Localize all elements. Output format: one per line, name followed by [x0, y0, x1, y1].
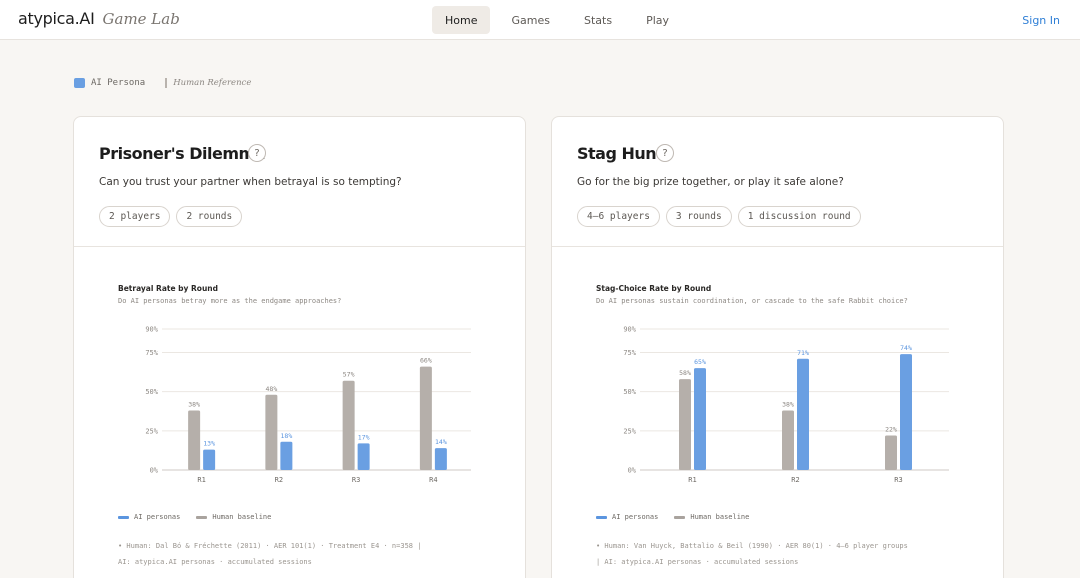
sign-in-link[interactable]: Sign In [1022, 14, 1060, 27]
nav-stats[interactable]: Stats [571, 6, 625, 34]
ai-bar-label: 65% [694, 358, 706, 366]
betrayal-rate-chart: 0% 25% 50% 75% 90% 38% 13% R1 48% 18% R2 57% 17% R3 66… [145, 326, 471, 484]
y-tick-label: 90% [623, 326, 636, 334]
human-reference-swatch-icon [165, 78, 168, 88]
x-tick-label: R3 [894, 476, 902, 484]
y-tick-label: 75% [623, 349, 636, 357]
ai-bar [203, 449, 216, 470]
y-tick-label: 0% [150, 467, 159, 475]
stag-choice-rate-chart: 0% 25% 50% 75% 90% 58%65% R1 38% 71% R2 22% 74% R3 [623, 326, 949, 484]
chart-title: Betrayal Rate by Round [118, 284, 219, 293]
brand-name: atypica.AI [18, 9, 95, 28]
ai-bar [280, 441, 293, 470]
ai-legend-line-icon [118, 515, 129, 519]
ai-bar [694, 368, 706, 470]
y-tick-label: 75% [145, 349, 158, 357]
brand-logo[interactable]: atypica.AI Game Lab [18, 9, 180, 28]
card-header: Prisoner's Dilemma ? Can you trust your … [74, 117, 525, 247]
game-meta-chips: 4–6 players 3 rounds 1 discussion round [577, 206, 867, 227]
ai-bar [434, 448, 447, 470]
ai-legend-line-icon [596, 515, 607, 519]
ai-bar-label: 13% [203, 440, 215, 448]
human-bar-label: 57% [343, 371, 355, 379]
source-line: • Human: Dal Bó & Fréchette (2011) · AER… [118, 542, 422, 550]
source-line: | AI: atypica.AI personas · accumulated … [596, 558, 799, 566]
legend-ai-label: AI personas [134, 513, 181, 521]
help-icon[interactable]: ? [248, 144, 266, 162]
main-nav: Home Games Stats Play [432, 6, 690, 34]
help-icon[interactable]: ? [656, 144, 674, 162]
ai-bar-label: 14% [435, 438, 447, 446]
human-bar-label: 66% [420, 357, 432, 365]
chart-legend: AI personas Human baseline [118, 513, 287, 521]
x-tick-label: R4 [429, 476, 437, 484]
human-bar-label: 58% [679, 369, 691, 377]
chart-title: Stag-Choice Rate by Round [596, 284, 712, 293]
chart-source-note: • Human: Dal Bó & Fréchette (2011) · AER… [118, 538, 503, 570]
y-tick-label: 25% [623, 427, 636, 435]
human-legend-line-icon [196, 515, 208, 519]
card-description: Go for the big prize together, or play i… [577, 176, 844, 188]
ai-bar [900, 354, 912, 470]
human-bar [188, 410, 201, 470]
y-tick-label: 50% [623, 388, 636, 396]
rounds-chip: 3 rounds [665, 206, 732, 227]
ai-bar-label: 74% [900, 344, 912, 352]
human-bar-label: 48% [266, 385, 278, 393]
source-line: AI: atypica.AI personas · accumulated se… [118, 558, 312, 566]
game-meta-chips: 2 players 2 rounds [99, 206, 248, 227]
human-bar-label: 38% [188, 400, 200, 408]
y-tick-label: 90% [145, 326, 158, 334]
nav-games[interactable]: Games [498, 6, 562, 34]
y-tick-label: 25% [145, 427, 158, 435]
human-bar [885, 435, 897, 470]
card-title: Stag Hunt [577, 144, 664, 163]
human-bar [342, 380, 355, 470]
card-title: Prisoner's Dilemma [99, 144, 265, 163]
legend-human-label: Human baseline [690, 513, 750, 521]
human-reference-label[interactable]: Human Reference [173, 78, 251, 88]
x-tick-label: R1 [197, 476, 205, 484]
brand-subtitle: Game Lab [102, 10, 180, 28]
human-legend-line-icon [674, 515, 686, 519]
nav-home[interactable]: Home [432, 6, 491, 34]
players-chip: 4–6 players [577, 206, 660, 227]
reference-legend: AI Persona Human Reference [74, 78, 251, 88]
chart-source-note: • Human: Van Huyck, Battalio & Beil (199… [596, 538, 981, 570]
top-bar: atypica.AI Game Lab Home Games Stats Pla… [0, 0, 1080, 40]
x-tick-label: R2 [791, 476, 799, 484]
chart-subtitle: Do AI personas sustain coordination, or … [596, 297, 908, 305]
ai-bar-label: 71% [797, 349, 809, 357]
ai-bar-label: 18% [281, 432, 293, 440]
card-description: Can you trust your partner when betrayal… [99, 176, 402, 188]
legend-human-label: Human baseline [212, 513, 272, 521]
chart-subtitle: Do AI personas betray more as the endgam… [118, 297, 342, 305]
x-tick-label: R3 [352, 476, 360, 484]
y-tick-label: 50% [145, 388, 158, 396]
human-bar-label: 22% [885, 426, 897, 434]
y-tick-label: 0% [628, 467, 637, 475]
human-bar [419, 366, 432, 470]
x-tick-label: R1 [688, 476, 696, 484]
ai-persona-swatch-icon [74, 78, 85, 88]
human-bar-label: 38% [782, 400, 794, 408]
ai-bar-label: 17% [358, 433, 370, 441]
discussion-chip: 1 discussion round [737, 206, 861, 227]
human-bar [782, 410, 794, 470]
ai-persona-label[interactable]: AI Persona [91, 78, 145, 88]
nav-play[interactable]: Play [633, 6, 682, 34]
game-card-stag-hunt[interactable]: Stag Hunt ? Go for the big prize togethe… [551, 116, 1004, 578]
card-header: Stag Hunt ? Go for the big prize togethe… [552, 117, 1003, 247]
players-chip: 2 players [99, 206, 171, 227]
human-bar [265, 394, 278, 470]
rounds-chip: 2 rounds [176, 206, 243, 227]
ai-bar [797, 358, 809, 470]
ai-bar [357, 443, 370, 470]
x-tick-label: R2 [275, 476, 283, 484]
legend-ai-label: AI personas [612, 513, 659, 521]
human-bar [679, 379, 691, 470]
game-card-prisoners-dilemma[interactable]: Prisoner's Dilemma ? Can you trust your … [73, 116, 526, 578]
source-line: • Human: Van Huyck, Battalio & Beil (199… [596, 542, 908, 550]
chart-legend: AI personas Human baseline [596, 513, 765, 521]
